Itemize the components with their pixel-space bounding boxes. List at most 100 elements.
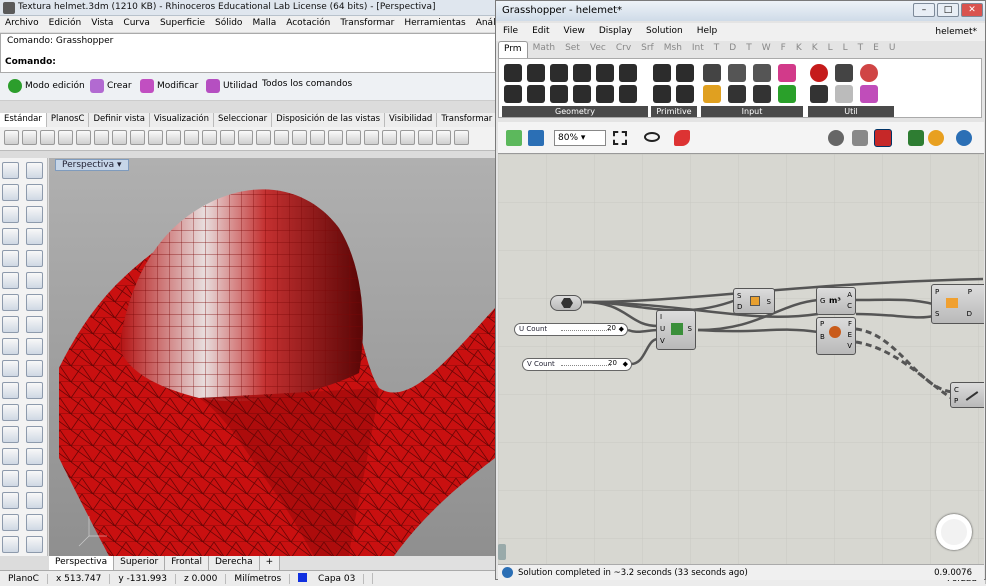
geometry-param-node[interactable]: [550, 295, 582, 311]
group-icon[interactable]: [26, 382, 43, 399]
status-plane[interactable]: PlanoC: [0, 573, 48, 584]
toggle-input-icon[interactable]: [728, 64, 746, 82]
slider-grip[interactable]: ◆: [619, 325, 624, 333]
save-icon[interactable]: [40, 130, 55, 145]
pan-icon[interactable]: [184, 130, 199, 145]
modificar-button[interactable]: Modificar: [140, 79, 198, 93]
perspective-viewport[interactable]: Perspectiva ▾: [49, 158, 495, 556]
arrow-right-icon[interactable]: [835, 64, 853, 82]
zoom-icon[interactable]: [220, 130, 235, 145]
navigation-wheel-icon[interactable]: [936, 514, 972, 550]
close-button[interactable]: ✕: [961, 3, 983, 17]
maximize-button[interactable]: □: [937, 3, 959, 17]
tab-set[interactable]: Set: [560, 41, 585, 58]
paste-icon[interactable]: [76, 130, 91, 145]
mesh-param-icon[interactable]: [619, 64, 637, 82]
grid-icon[interactable]: [328, 130, 343, 145]
cherry-icon[interactable]: [810, 64, 828, 82]
graph-input-icon[interactable]: [703, 85, 721, 103]
new-icon[interactable]: [4, 130, 19, 145]
gh-menu-display[interactable]: Display: [592, 23, 639, 41]
options-icon[interactable]: [454, 130, 469, 145]
slider-input-icon[interactable]: [703, 64, 721, 82]
mesh-component-node[interactable]: G m³ AC: [816, 287, 856, 315]
boolean-icon[interactable]: [2, 338, 19, 355]
utilidad-button[interactable]: Utilidad: [206, 79, 258, 93]
add-viewport-button[interactable]: +: [259, 556, 281, 570]
tab-u[interactable]: U: [884, 41, 901, 58]
menu-edicion[interactable]: Edición: [44, 16, 87, 32]
modo-edicion-button[interactable]: Modo edición: [8, 79, 85, 93]
slider-track[interactable]: [561, 365, 611, 366]
status-layer[interactable]: Capa 03: [290, 573, 374, 584]
loft-component-node[interactable]: PS PD: [931, 284, 984, 324]
gh-menu-solution[interactable]: Solution: [639, 23, 690, 41]
fillet-icon[interactable]: [26, 250, 43, 267]
brep-param-icon[interactable]: [527, 85, 545, 103]
swatch-input-icon[interactable]: [778, 64, 796, 82]
tab-visualizacion[interactable]: Visualización: [149, 113, 214, 127]
cylinder-icon[interactable]: [2, 316, 19, 333]
zoom-extents-icon[interactable]: [256, 130, 271, 145]
text-param-icon[interactable]: [676, 85, 694, 103]
list-input-icon[interactable]: [753, 85, 771, 103]
matrix-input-icon[interactable]: [778, 85, 796, 103]
hatch-icon[interactable]: [2, 448, 19, 465]
paint-icon[interactable]: [26, 492, 43, 509]
slider-track[interactable]: [561, 330, 611, 331]
crear-button[interactable]: Crear: [90, 79, 132, 93]
sphere-tool-icon[interactable]: [26, 294, 43, 311]
tab-d[interactable]: D: [724, 41, 741, 58]
tab-t[interactable]: T: [709, 41, 725, 58]
tree-icon[interactable]: [810, 85, 828, 103]
curve-param-icon[interactable]: [550, 64, 568, 82]
circle-param-icon[interactable]: [527, 64, 545, 82]
vp-tab-superior[interactable]: Superior: [114, 556, 166, 570]
analyze-icon[interactable]: [2, 470, 19, 487]
menu-herramientas[interactable]: Herramientas: [399, 16, 470, 32]
snap-icon[interactable]: [346, 130, 361, 145]
tab-planosc[interactable]: PlanosC: [46, 113, 90, 127]
menu-superficie[interactable]: Superficie: [155, 16, 210, 32]
curve-icon[interactable]: [26, 184, 43, 201]
light-icon[interactable]: [382, 130, 397, 145]
viewport-title[interactable]: Perspectiva ▾: [55, 159, 129, 171]
knob-input-icon[interactable]: [728, 85, 746, 103]
curve-component-node[interactable]: CP: [950, 382, 984, 408]
globe-icon[interactable]: [956, 130, 972, 146]
gh-menu-help[interactable]: Help: [690, 23, 725, 41]
extrude-icon[interactable]: [26, 272, 43, 289]
text-icon[interactable]: [26, 426, 43, 443]
explode-icon[interactable]: [2, 382, 19, 399]
integer-param-icon[interactable]: [676, 64, 694, 82]
zoom-window-icon[interactable]: [238, 130, 253, 145]
sphere-icon[interactable]: [400, 130, 415, 145]
trim-icon[interactable]: [26, 338, 43, 355]
menu-archivo[interactable]: Archivo: [0, 16, 44, 32]
properties-icon[interactable]: [26, 514, 43, 531]
preview-shaded-icon[interactable]: [828, 130, 844, 146]
point-tool-icon[interactable]: [26, 162, 43, 179]
preview-selected-icon[interactable]: [874, 129, 892, 147]
tab-definir-vista[interactable]: Definir vista: [89, 113, 150, 127]
tab-f[interactable]: F: [776, 41, 791, 58]
tab-k2[interactable]: K: [807, 41, 823, 58]
tab-t2[interactable]: T: [741, 41, 757, 58]
v-count-slider[interactable]: V Count 20 ◆: [522, 358, 632, 371]
minimize-button[interactable]: –: [913, 3, 935, 17]
bake-icon[interactable]: [908, 130, 924, 146]
vp-tab-frontal[interactable]: Frontal: [165, 556, 209, 570]
color-wheel-icon[interactable]: [928, 130, 944, 146]
tab-math[interactable]: Math: [528, 41, 561, 58]
layers-icon[interactable]: [2, 536, 19, 553]
tab-int[interactable]: Int: [687, 41, 709, 58]
surface-param-icon[interactable]: [573, 64, 591, 82]
divide-surface-node[interactable]: IUV S: [656, 310, 696, 350]
join-icon[interactable]: [26, 360, 43, 377]
box-param-icon[interactable]: [596, 64, 614, 82]
tab-w[interactable]: W: [757, 41, 776, 58]
scrollbar-handle[interactable]: [498, 544, 506, 560]
tab-disposicion[interactable]: Disposición de las vistas: [272, 113, 386, 127]
circle-icon[interactable]: [2, 206, 19, 223]
lock-icon[interactable]: [148, 130, 163, 145]
